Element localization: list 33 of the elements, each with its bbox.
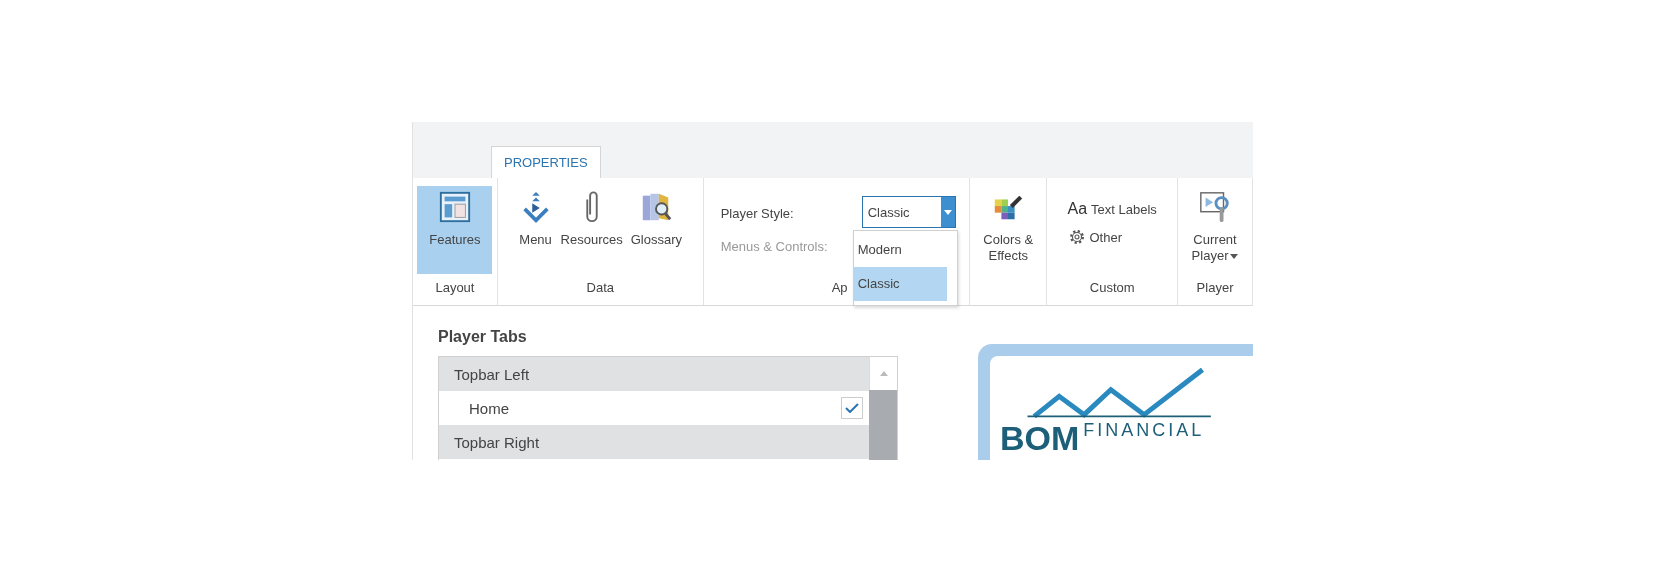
ribbon-link[interactable]: Aa Text Labels <box>1067 200 1157 218</box>
scrollbar[interactable] <box>869 357 897 460</box>
ribbon-button[interactable]: Glossary <box>627 186 685 274</box>
group-label: Custom <box>1089 279 1135 297</box>
list-row: Topbar Left <box>454 365 530 383</box>
logo-name: BOM <box>1000 420 1080 456</box>
logo-subtitle: FINANCIAL <box>1083 420 1205 441</box>
section-title: Player Tabs <box>438 328 528 346</box>
group-label: Data <box>586 279 614 297</box>
list-row: Topbar Right <box>454 433 540 451</box>
ribbon-link[interactable]: Other <box>1067 228 1157 246</box>
dropdown-option[interactable]: Classic <box>853 267 947 301</box>
check-icon <box>845 403 859 413</box>
ribbon-button[interactable]: Menu <box>515 186 556 274</box>
group-label: Layout <box>435 279 475 297</box>
player-style-dropdown[interactable]: Classic <box>861 196 956 228</box>
field-label: Player Style: <box>720 206 794 221</box>
ribbon-button[interactable]: Resources <box>557 186 626 274</box>
ribbon-button[interactable]: Current Player <box>1188 186 1242 274</box>
group-label: Player <box>1196 279 1234 297</box>
layout-icon <box>437 190 472 224</box>
checkbox[interactable] <box>841 397 863 419</box>
ribbon-button[interactable]: Colors & Effects <box>980 186 1037 274</box>
field-label: Menus & Controls: <box>720 239 828 254</box>
caret-icon <box>943 209 952 215</box>
ribbon-button[interactable]: Features <box>417 186 493 274</box>
settings-icon <box>1067 228 1086 246</box>
caret-icon <box>1230 254 1239 260</box>
list-row: Home <box>469 399 509 417</box>
ribbon-tab[interactable]: PROPERTIES <box>491 146 601 178</box>
scroll-up-icon <box>879 371 888 376</box>
dropdown-option[interactable]: Modern <box>853 233 947 267</box>
group-label: Ap <box>831 279 848 297</box>
